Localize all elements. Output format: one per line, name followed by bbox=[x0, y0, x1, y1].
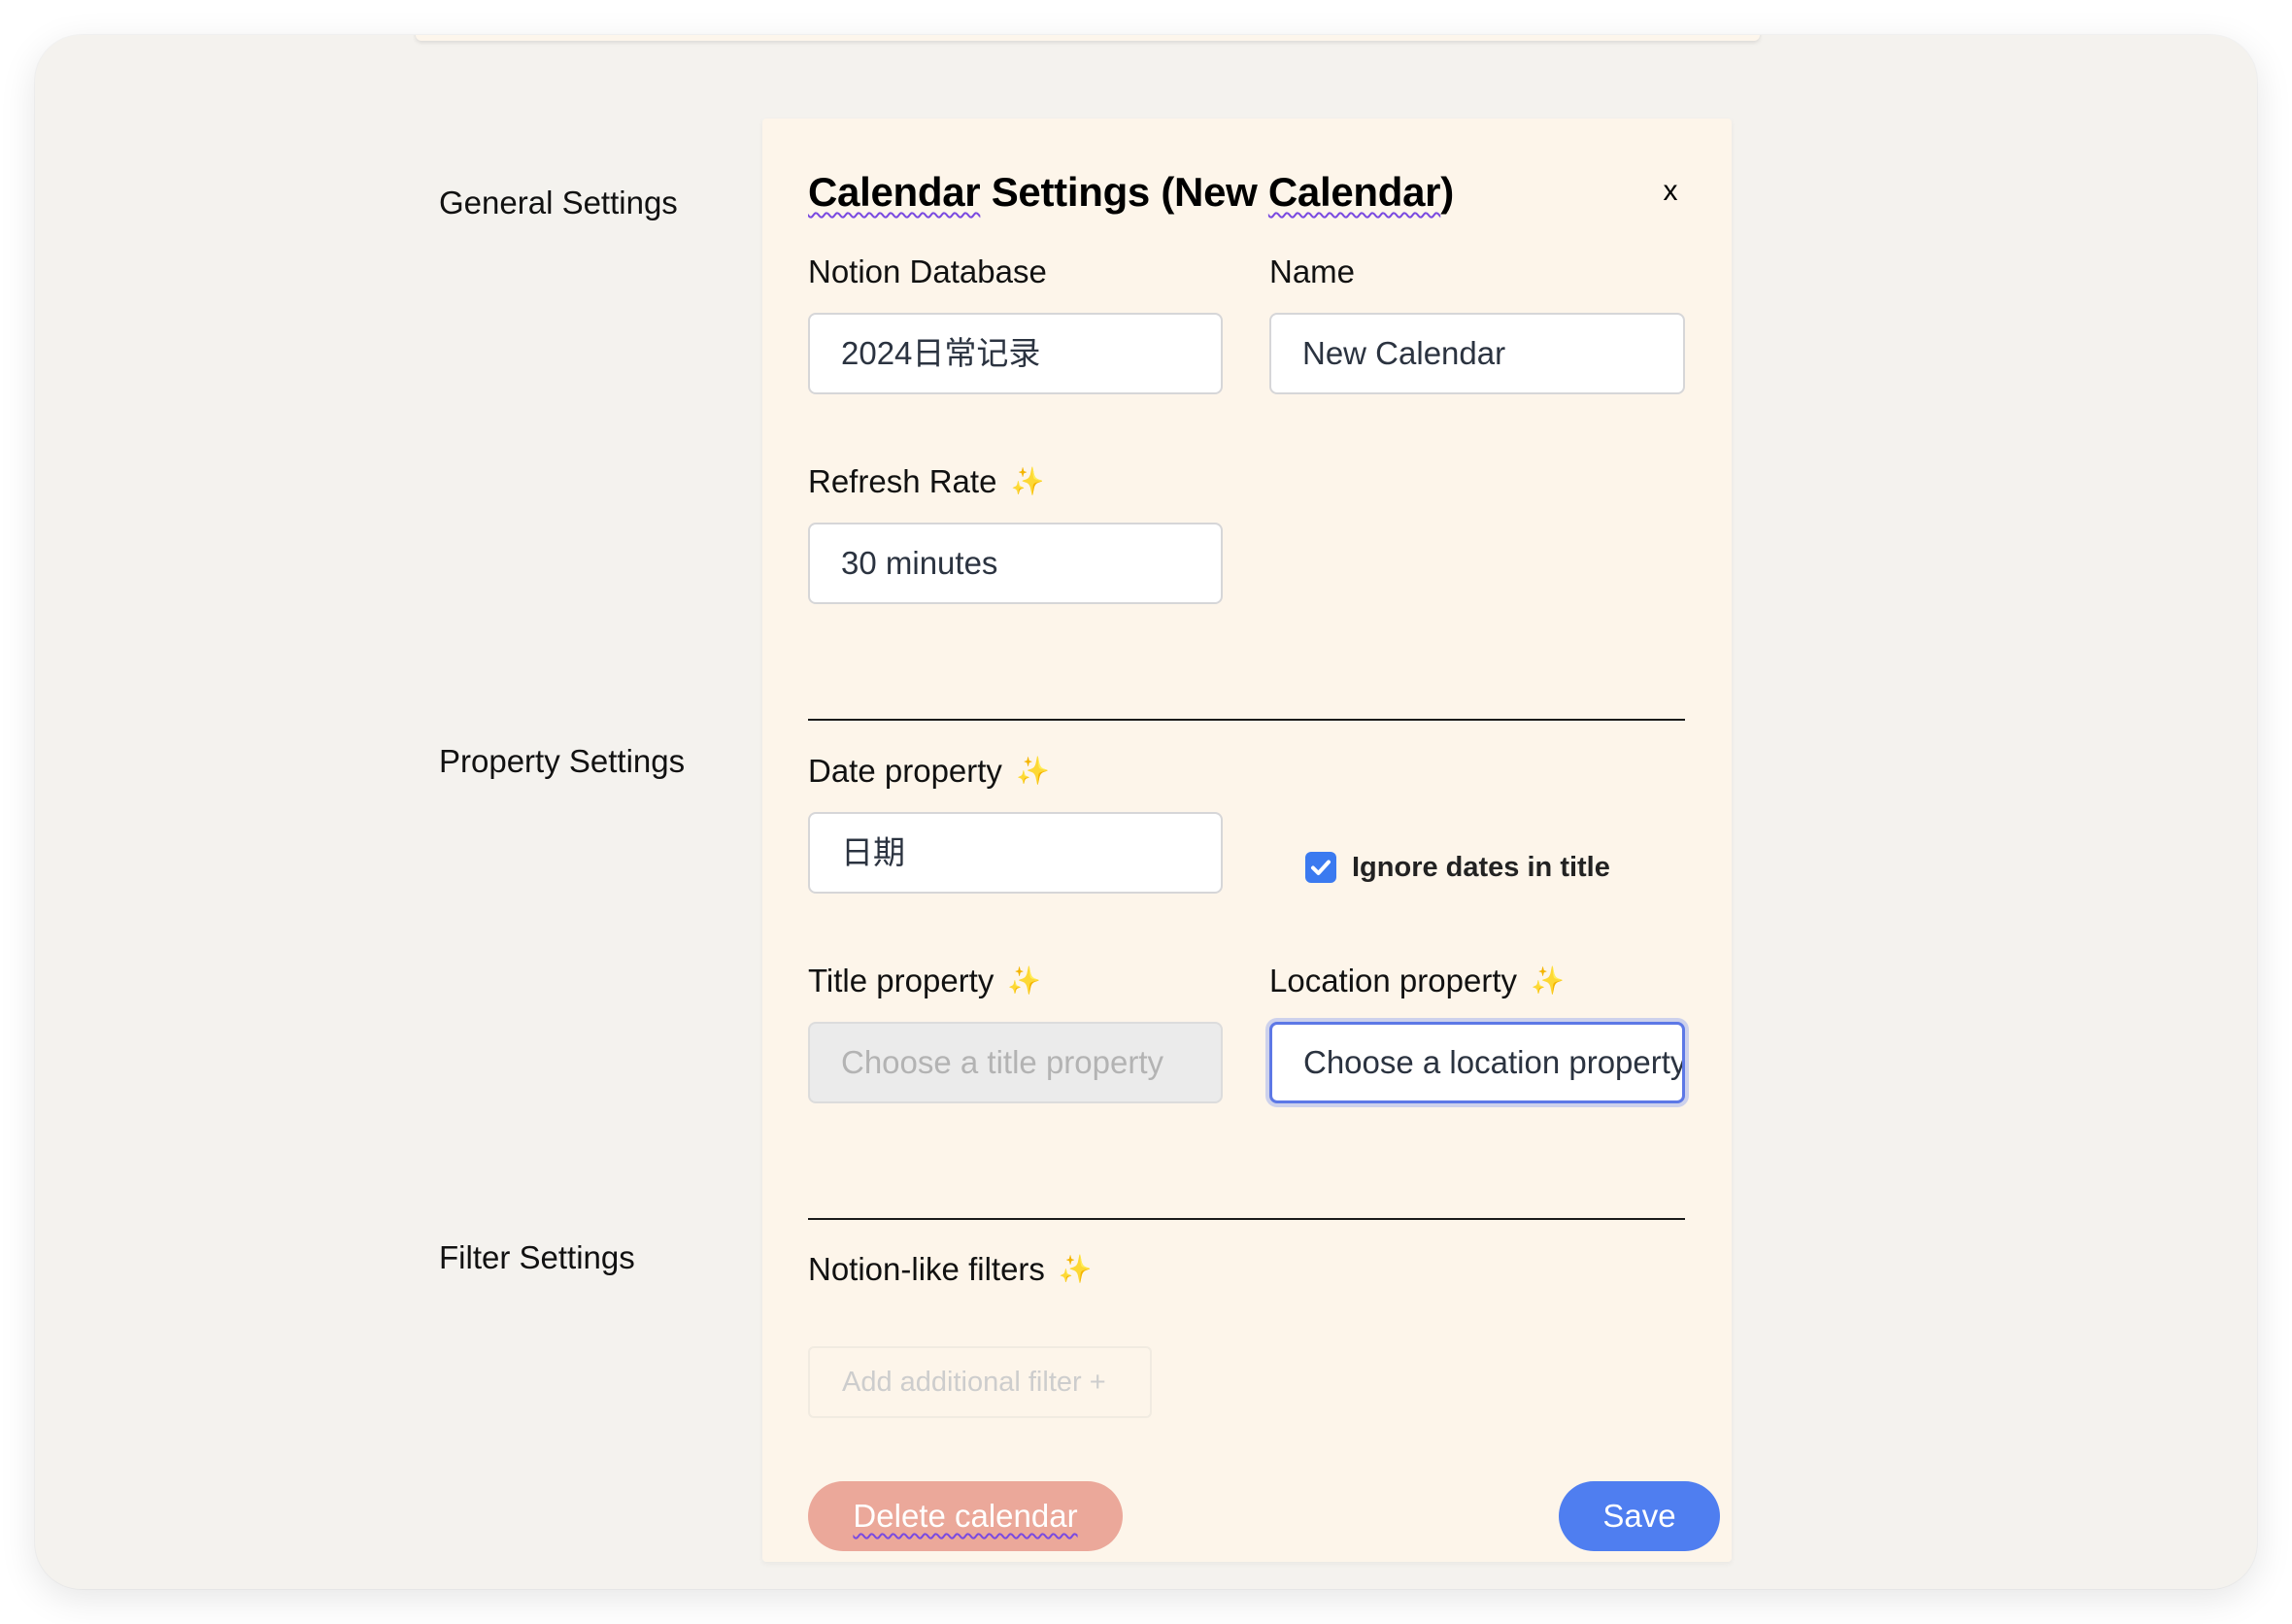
refresh-rate-select[interactable]: 30 minutes bbox=[808, 523, 1223, 604]
dialog-title: Calendar Settings (New Calendar) bbox=[808, 169, 1454, 216]
title-property-select[interactable]: Choose a title property bbox=[808, 1022, 1223, 1103]
top-edge-strip bbox=[416, 35, 1760, 41]
refresh-rate-label: Refresh Rate ✨ bbox=[808, 463, 1044, 500]
location-property-input[interactable]: Choose a location property bbox=[1269, 1022, 1685, 1103]
location-property-label-text: Location property bbox=[1269, 963, 1517, 998]
title-word-calendar-2: Calendar bbox=[1267, 169, 1441, 215]
section-general-settings: General Settings bbox=[439, 185, 678, 220]
name-label: Name bbox=[1269, 254, 1356, 289]
filters-label-text: Notion-like filters bbox=[808, 1251, 1045, 1287]
close-icon: x bbox=[1663, 175, 1678, 207]
date-property-label-text: Date property bbox=[808, 753, 1002, 789]
refresh-rate-label-text: Refresh Rate bbox=[808, 463, 997, 499]
settings-window: General Settings Property Settings Filte… bbox=[35, 35, 2257, 1589]
name-input[interactable]: New Calendar bbox=[1269, 313, 1685, 394]
title-end: ) bbox=[1440, 169, 1454, 215]
delete-calendar-label: Delete calendar bbox=[853, 1498, 1078, 1534]
title-property-label: Title property ✨ bbox=[808, 963, 1041, 999]
save-button[interactable]: Save bbox=[1559, 1481, 1720, 1551]
close-button[interactable]: x bbox=[1656, 175, 1685, 208]
sparkle-icon: ✨ bbox=[1531, 965, 1565, 996]
sparkle-icon: ✨ bbox=[1010, 466, 1045, 496]
section-filter-settings: Filter Settings bbox=[439, 1239, 635, 1275]
calendar-settings-panel: Calendar Settings (New Calendar) x Notio… bbox=[762, 118, 1732, 1562]
notion-database-select[interactable]: 2024日常记录 bbox=[808, 313, 1223, 394]
title-property-label-text: Title property bbox=[808, 963, 994, 998]
location-property-label: Location property ✨ bbox=[1269, 963, 1565, 999]
title-middle: Settings (New bbox=[980, 169, 1268, 215]
title-word-calendar: Calendar bbox=[808, 169, 981, 215]
delete-calendar-button[interactable]: Delete calendar bbox=[808, 1481, 1123, 1551]
add-filter-button[interactable]: Add additional filter + bbox=[808, 1346, 1152, 1418]
ignore-dates-label: Ignore dates in title bbox=[1352, 852, 1610, 883]
notion-database-label: Notion Database bbox=[808, 254, 1047, 289]
date-property-select[interactable]: 日期 bbox=[808, 812, 1223, 894]
filters-label: Notion-like filters ✨ bbox=[808, 1251, 1093, 1288]
checkmark-icon bbox=[1311, 860, 1331, 875]
sparkle-icon: ✨ bbox=[1007, 965, 1042, 996]
sparkle-icon: ✨ bbox=[1058, 1254, 1093, 1284]
divider bbox=[808, 1218, 1685, 1220]
sparkle-icon: ✨ bbox=[1015, 756, 1050, 786]
date-property-label: Date property ✨ bbox=[808, 753, 1050, 790]
divider bbox=[808, 719, 1685, 721]
section-property-settings: Property Settings bbox=[439, 743, 686, 779]
ignore-dates-checkbox[interactable] bbox=[1305, 852, 1336, 883]
